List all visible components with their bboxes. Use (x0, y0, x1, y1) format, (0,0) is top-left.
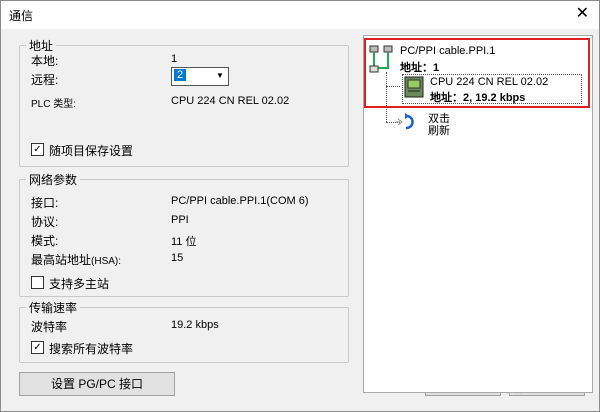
plc-type-label: PLC 类型: (31, 99, 77, 110)
cable-address: 地址：1 (400, 62, 440, 74)
cpu-icon (404, 76, 424, 101)
multi-master-checkbox[interactable] (31, 276, 44, 289)
cpu-name: CPU 224 CN REL 02.02 (430, 76, 549, 88)
close-icon[interactable]: ✕ (576, 5, 589, 23)
plc-type-value: CPU 224 CN REL 02.02 (171, 95, 290, 107)
save-settings-label: 随项目保存设置 (49, 144, 134, 158)
remote-label: 远程: (31, 73, 59, 87)
title-bar: 通信 ✕ (1, 1, 599, 29)
tree-connector-h1 (386, 86, 400, 87)
hsa-label-main: 最高站地址 (31, 253, 92, 267)
interface-value: PC/PPI cable.PPI.1(COM 6) (171, 195, 309, 207)
window-title: 通信 (9, 9, 34, 23)
tree-connector (386, 72, 387, 122)
refresh-icon[interactable] (394, 112, 420, 135)
save-settings-checkbox[interactable]: ✓ (31, 143, 44, 156)
local-label: 本地: (31, 54, 59, 68)
baud-group-legend: 传输速率 (29, 301, 78, 315)
refresh-label-line2: 刷新 (428, 125, 450, 137)
mode-label: 模式: (31, 234, 59, 248)
network-group-legend: 网络参数 (29, 173, 78, 187)
search-all-baud-checkbox[interactable]: ✓ (31, 341, 44, 354)
dialog-window: 通信 ✕ 地址 本地: 1 远程: 2 ▼ PLC 类型: CPU 224 CN… (0, 0, 600, 412)
interface-label: 接口: (31, 196, 59, 210)
remote-address-value: 2 (174, 69, 187, 81)
cable-name[interactable]: PC/PPI cable.PPI.1 (400, 45, 495, 57)
chevron-down-icon[interactable]: ▼ (213, 69, 227, 83)
communication-tree-pane: PC/PPI cable.PPI.1 地址：1 CPU 224 CN REL 0… (363, 35, 593, 393)
protocol-label: 协议: (31, 215, 59, 229)
local-value: 1 (171, 53, 178, 65)
baud-value: 19.2 kbps (171, 319, 219, 331)
hsa-label-paren: (HSA): (91, 256, 122, 267)
remote-address-select[interactable]: 2 ▼ (171, 67, 229, 86)
set-pgpc-interface-button[interactable]: 设置 PG/PC 接口 (19, 372, 175, 396)
hsa-value: 15 (171, 252, 184, 264)
multi-master-label: 支持多主站 (49, 277, 110, 291)
cpu-address: 地址：2, 19.2 kbps (430, 92, 526, 104)
search-all-baud-label: 搜索所有波特率 (49, 342, 134, 356)
protocol-value: PPI (171, 214, 189, 226)
hsa-label: 最高站地址(HSA): (31, 251, 121, 268)
cable-icon (368, 44, 396, 77)
baud-label: 波特率 (31, 320, 68, 334)
mode-value: 11 位 (171, 236, 197, 248)
